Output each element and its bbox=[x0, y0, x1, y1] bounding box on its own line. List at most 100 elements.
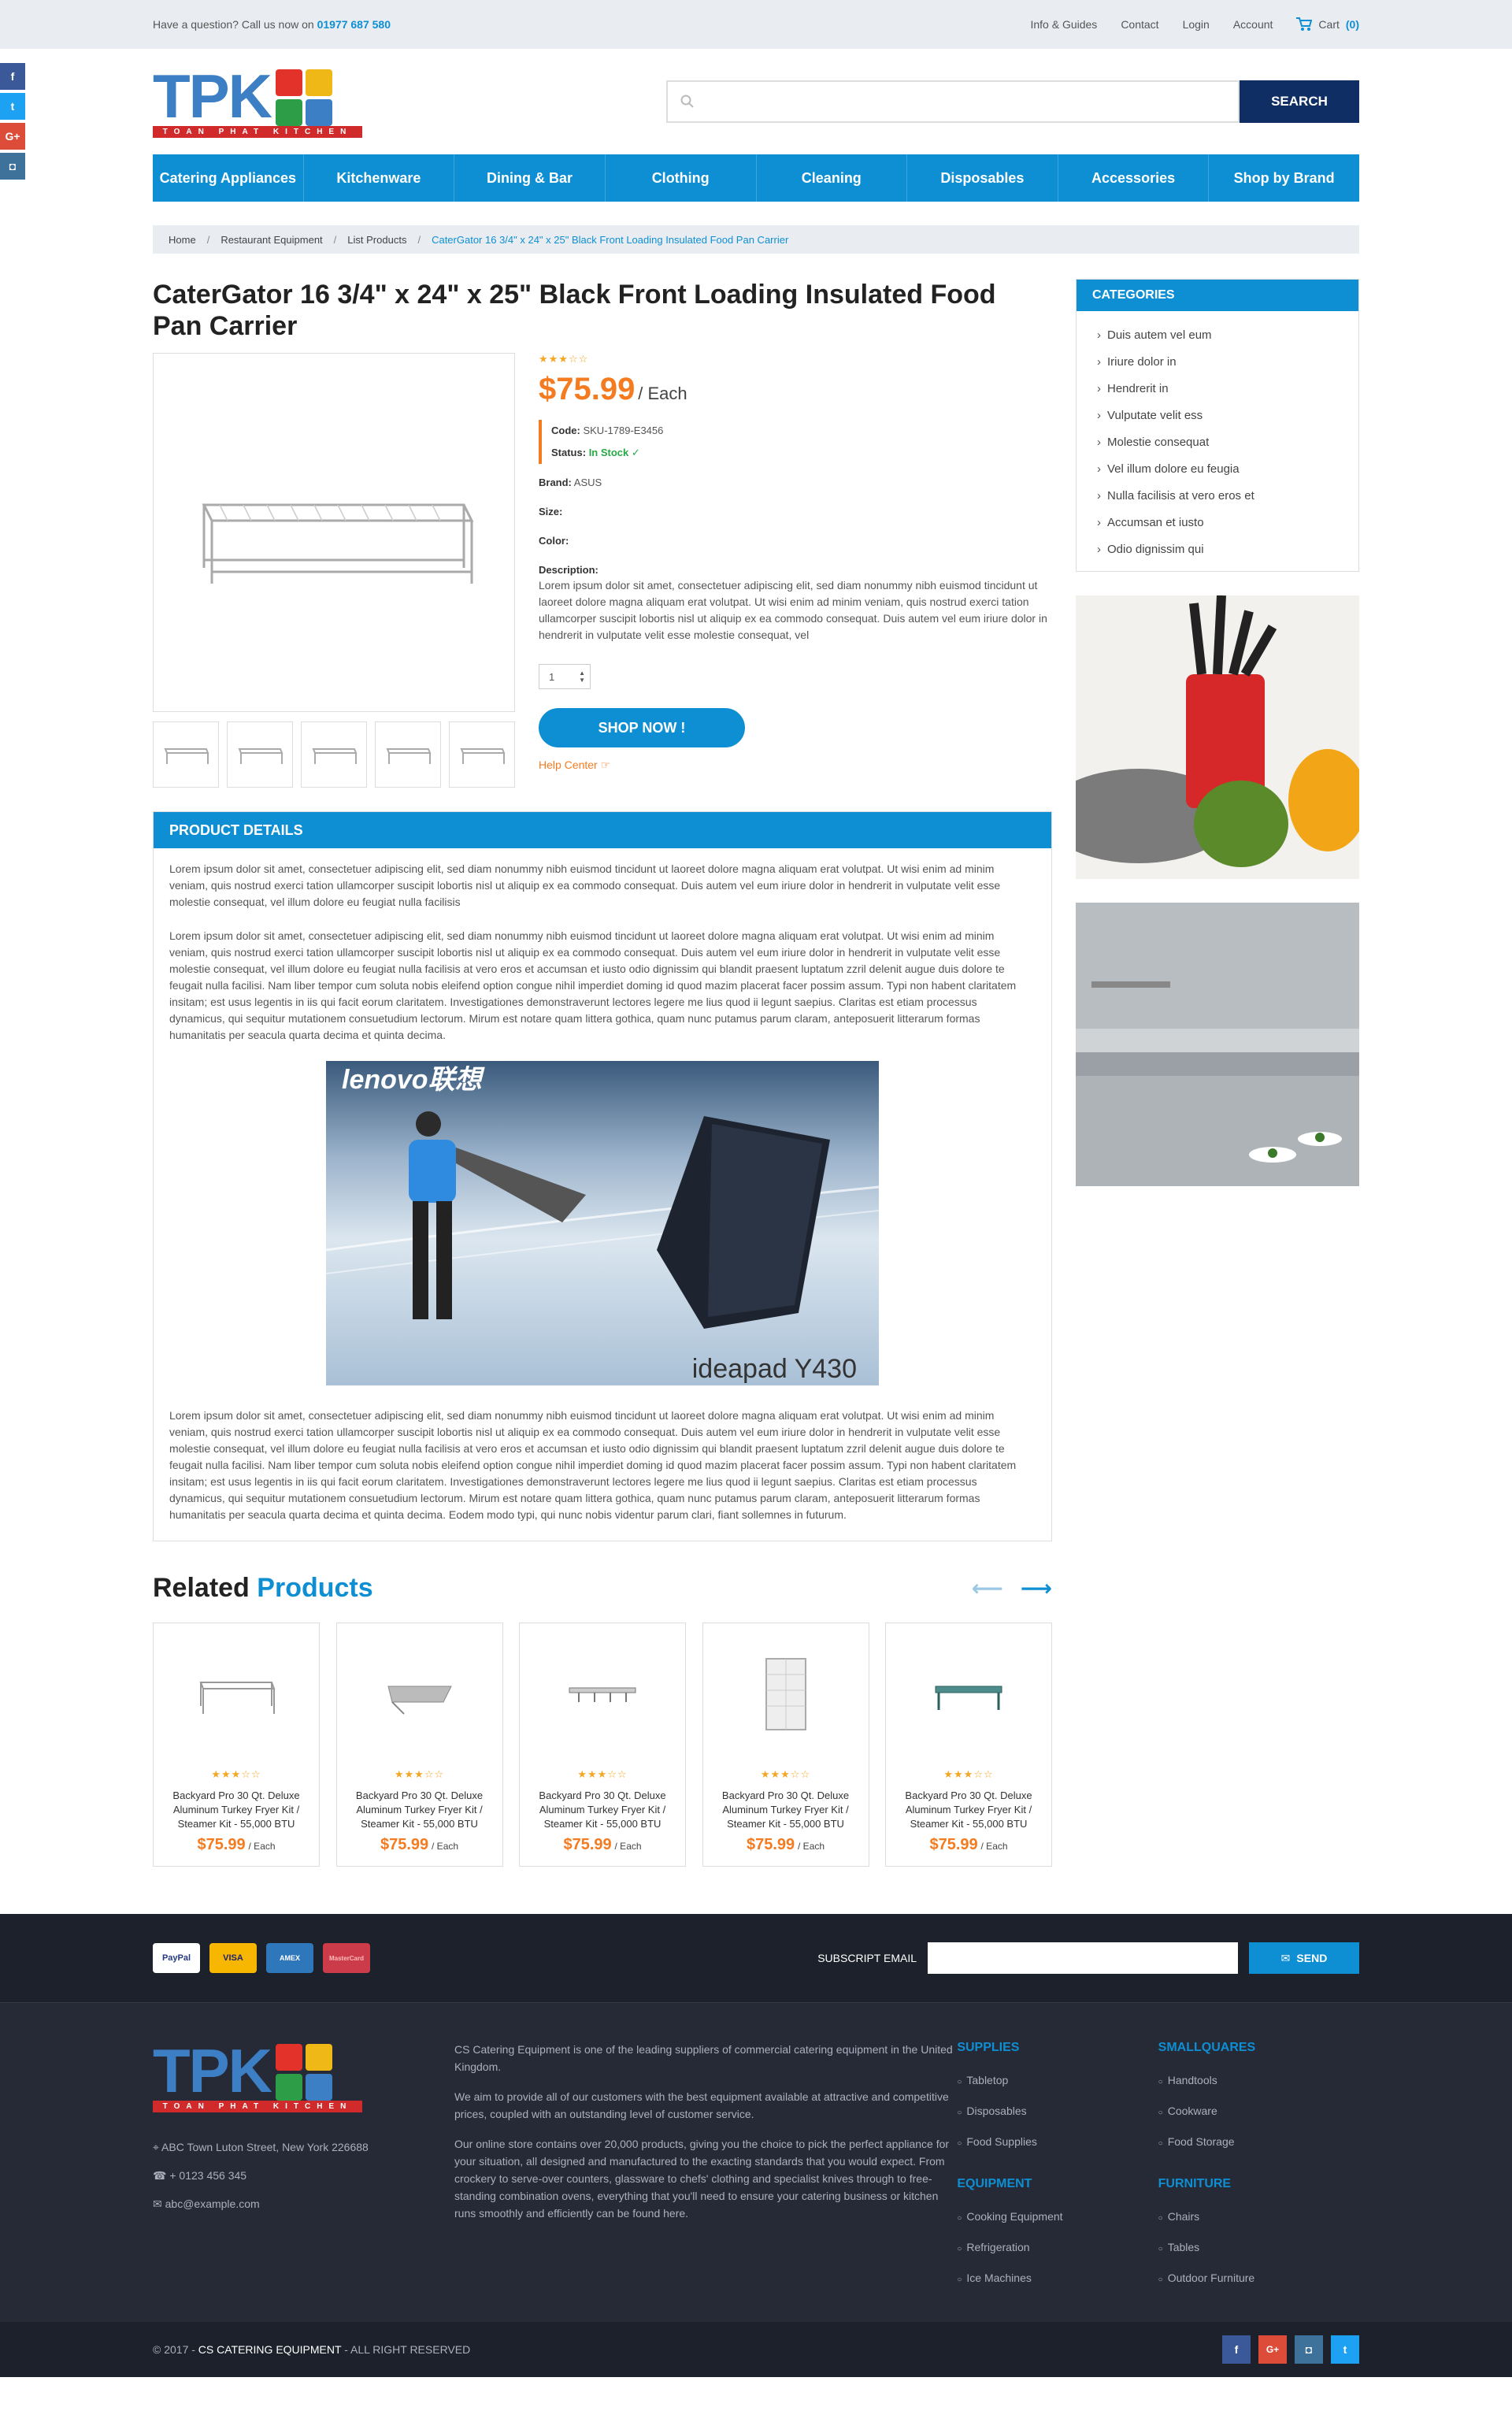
breadcrumb-home[interactable]: Home bbox=[169, 234, 196, 246]
thumbnail[interactable] bbox=[153, 721, 219, 788]
category-item[interactable]: Duis autem vel eum bbox=[1097, 322, 1343, 349]
product-main-image[interactable] bbox=[153, 353, 515, 712]
footer-link[interactable]: Chairs bbox=[1158, 2202, 1359, 2233]
arrow-left-icon[interactable]: ⟵ bbox=[972, 1575, 1003, 1601]
thumbnail[interactable] bbox=[301, 721, 367, 788]
twitter-icon[interactable]: t bbox=[1331, 2335, 1359, 2364]
subscribe-email-input[interactable] bbox=[928, 1942, 1238, 1974]
kitchen-interior-banner[interactable] bbox=[1076, 903, 1359, 1186]
category-item[interactable]: Vulputate velit ess bbox=[1097, 402, 1343, 429]
thumbnail[interactable] bbox=[449, 721, 515, 788]
search-button[interactable]: SEARCH bbox=[1240, 80, 1359, 123]
product-card[interactable]: ★★★☆☆ Backyard Pro 30 Qt. Deluxe Aluminu… bbox=[885, 1623, 1052, 1867]
related-title: Related Products bbox=[153, 1573, 373, 1604]
location-pin-icon: ⌖ bbox=[153, 2141, 159, 2153]
card-product-name[interactable]: Backyard Pro 30 Qt. Deluxe Aluminum Turk… bbox=[714, 1789, 858, 1831]
footer-link[interactable]: Handtools bbox=[1158, 2066, 1359, 2097]
card-product-name[interactable]: Backyard Pro 30 Qt. Deluxe Aluminum Turk… bbox=[897, 1789, 1040, 1831]
details-paragraph: Lorem ipsum dolor sit amet, consectetuer… bbox=[169, 1409, 1017, 1521]
arrow-right-icon[interactable]: ⟶ bbox=[1021, 1575, 1052, 1601]
nav-dining-bar[interactable]: Dining & Bar bbox=[454, 154, 606, 202]
product-card[interactable]: ★★★☆☆ Backyard Pro 30 Qt. Deluxe Aluminu… bbox=[702, 1623, 869, 1867]
quantity-value: 1 bbox=[549, 670, 555, 683]
search-input[interactable] bbox=[666, 80, 1240, 123]
stock-status: In Stock bbox=[588, 447, 629, 458]
breadcrumb-restaurant-equipment[interactable]: Restaurant Equipment bbox=[220, 234, 322, 246]
card-rating: ★★★☆☆ bbox=[760, 1768, 811, 1780]
footer-link[interactable]: Ice Machines bbox=[957, 2264, 1158, 2294]
nav-catering-appliances[interactable]: Catering Appliances bbox=[153, 154, 304, 202]
nav-cleaning[interactable]: Cleaning bbox=[757, 154, 908, 202]
phone-link[interactable]: 01977 687 580 bbox=[317, 18, 391, 31]
product-details-body: Lorem ipsum dolor sit amet, consectetuer… bbox=[154, 848, 1051, 1541]
send-button[interactable]: ✉ SEND bbox=[1249, 1942, 1359, 1974]
details-paragraph: Lorem ipsum dolor sit amet, consectetuer… bbox=[169, 929, 1017, 1041]
product-thumbnail bbox=[531, 1647, 674, 1741]
footer-link[interactable]: Disposables bbox=[957, 2097, 1158, 2127]
google-plus-icon[interactable]: G+ bbox=[1258, 2335, 1287, 2364]
product-card[interactable]: ★★★☆☆ Backyard Pro 30 Qt. Deluxe Aluminu… bbox=[519, 1623, 686, 1867]
shop-now-button[interactable]: SHOP NOW ! bbox=[539, 708, 745, 747]
nav-accessories[interactable]: Accessories bbox=[1058, 154, 1210, 202]
footer-link[interactable]: Food Supplies bbox=[957, 2127, 1158, 2158]
login-link[interactable]: Login bbox=[1183, 18, 1210, 31]
thumbnail[interactable] bbox=[375, 721, 441, 788]
main-nav: Catering Appliances Kitchenware Dining &… bbox=[153, 154, 1359, 202]
product-card[interactable]: ★★★☆☆ Backyard Pro 30 Qt. Deluxe Aluminu… bbox=[335, 1623, 503, 1867]
card-product-name[interactable]: Backyard Pro 30 Qt. Deluxe Aluminum Turk… bbox=[531, 1789, 674, 1831]
card-price: $75.99 bbox=[929, 1836, 978, 1853]
product-card[interactable]: ★★★☆☆ Backyard Pro 30 Qt. Deluxe Aluminu… bbox=[153, 1623, 320, 1867]
footer-link[interactable]: Food Storage bbox=[1158, 2127, 1359, 2158]
related-products-list: ★★★☆☆ Backyard Pro 30 Qt. Deluxe Aluminu… bbox=[153, 1623, 1052, 1867]
card-product-name[interactable]: Backyard Pro 30 Qt. Deluxe Aluminum Turk… bbox=[165, 1789, 308, 1831]
footer-logo[interactable]: TPK TOAN PHAT KITCHEN bbox=[153, 2040, 454, 2112]
footer-link[interactable]: Outdoor Furniture bbox=[1158, 2264, 1359, 2294]
footer-email[interactable]: abc@example.com bbox=[165, 2197, 260, 2210]
kitchen-utensils-banner[interactable] bbox=[1076, 595, 1359, 879]
nav-kitchenware[interactable]: Kitchenware bbox=[304, 154, 455, 202]
account-link[interactable]: Account bbox=[1233, 18, 1273, 31]
help-center-link[interactable]: Help Center ☞ bbox=[539, 758, 1052, 772]
instagram-icon[interactable]: ◘ bbox=[0, 153, 25, 180]
breadcrumb-list-products[interactable]: List Products bbox=[347, 234, 406, 246]
footer-links-col-2: SMALLQUARES Handtools Cookware Food Stor… bbox=[1158, 2041, 1359, 2313]
card-product-name[interactable]: Backyard Pro 30 Qt. Deluxe Aluminum Turk… bbox=[348, 1789, 491, 1831]
category-item[interactable]: Odio dignissim qui bbox=[1097, 536, 1343, 563]
twitter-icon[interactable]: t bbox=[0, 93, 25, 120]
about-paragraph: We aim to provide all of our customers w… bbox=[454, 2090, 949, 2120]
footer-link[interactable]: Cookware bbox=[1158, 2097, 1359, 2127]
facebook-icon[interactable]: f bbox=[0, 63, 25, 90]
category-item[interactable]: Molestie consequat bbox=[1097, 429, 1343, 456]
google-plus-icon[interactable]: G+ bbox=[0, 123, 25, 150]
nav-clothing[interactable]: Clothing bbox=[606, 154, 757, 202]
site-logo[interactable]: TPK TOAN PHAT KITCHEN bbox=[153, 65, 362, 138]
category-item[interactable]: Iriure dolor in bbox=[1097, 349, 1343, 376]
categories-list: Duis autem vel eum Iriure dolor in Hendr… bbox=[1077, 311, 1358, 571]
price-unit: / Each bbox=[638, 384, 687, 403]
contact-link[interactable]: Contact bbox=[1121, 18, 1158, 31]
footer-link[interactable]: Cooking Equipment bbox=[957, 2202, 1158, 2233]
footer-phone: + 0123 456 345 bbox=[169, 2169, 247, 2182]
nav-shop-by-brand[interactable]: Shop by Brand bbox=[1209, 154, 1359, 202]
footer-link[interactable]: Tables bbox=[1158, 2233, 1359, 2264]
cart-link[interactable]: Cart (0) bbox=[1296, 17, 1359, 32]
quantity-stepper[interactable]: 1 ▲ ▼ bbox=[539, 664, 591, 689]
nav-disposables[interactable]: Disposables bbox=[907, 154, 1058, 202]
product-column: CaterGator 16 3/4" x 24" x 25" Black Fro… bbox=[153, 279, 1052, 1867]
thumbnail[interactable] bbox=[227, 721, 293, 788]
footer-link[interactable]: Tabletop bbox=[957, 2066, 1158, 2097]
info-guides-link[interactable]: Info & Guides bbox=[1030, 18, 1097, 31]
category-item[interactable]: Hendrerit in bbox=[1097, 376, 1343, 402]
product-overview: ★★★☆☆ $75.99 / Each Code: SKU-1789-E3456… bbox=[153, 353, 1052, 788]
social-sidebar: f t G+ ◘ bbox=[0, 63, 25, 183]
facebook-icon[interactable]: f bbox=[1222, 2335, 1251, 2364]
contact-details: ⌖ ABC Town Luton Street, New York 226688… bbox=[153, 2133, 454, 2218]
help-center-label: Help Center bbox=[539, 758, 598, 771]
instagram-icon[interactable]: ◘ bbox=[1295, 2335, 1323, 2364]
category-item[interactable]: Vel illum dolore eu feugia bbox=[1097, 456, 1343, 483]
stepper-arrows-icon[interactable]: ▲ ▼ bbox=[579, 669, 585, 684]
footer-link[interactable]: Refrigeration bbox=[957, 2233, 1158, 2264]
logo-icons bbox=[276, 69, 332, 126]
category-item[interactable]: Accumsan et iusto bbox=[1097, 510, 1343, 536]
category-item[interactable]: Nulla facilisis at vero eros et bbox=[1097, 483, 1343, 510]
